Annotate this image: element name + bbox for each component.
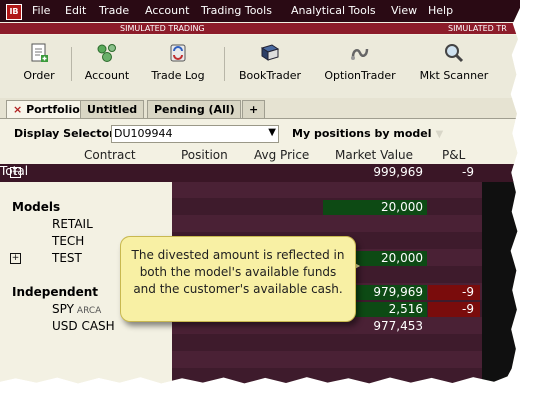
account-dropdown-value: DU109944 bbox=[114, 127, 173, 140]
menu-file[interactable]: File bbox=[32, 4, 50, 17]
mkt-scanner-button[interactable]: Mkt Scanner bbox=[418, 41, 490, 82]
toolbar-separator bbox=[71, 47, 72, 81]
menu-help[interactable]: Help bbox=[428, 4, 453, 17]
tab-strip: × Portfolio Untitled Pending (All) + bbox=[0, 98, 520, 119]
ib-logo-icon: IB bbox=[6, 4, 22, 20]
column-header: Contract Position Avg Price Market Value… bbox=[0, 147, 520, 164]
tab-pending-all[interactable]: Pending (All) bbox=[147, 100, 241, 118]
spy-pnl: -9 bbox=[428, 302, 480, 317]
tab-untitled[interactable]: Untitled bbox=[80, 100, 145, 118]
tab-untitled-label: Untitled bbox=[87, 103, 138, 116]
models-label: Models bbox=[12, 200, 61, 214]
independent-label: Independent bbox=[12, 285, 99, 299]
menu-trade[interactable]: Trade bbox=[99, 4, 129, 17]
menu-bar: IB File Edit Trade Account Trading Tools… bbox=[0, 0, 520, 22]
dropdown-arrow-icon[interactable]: ▼ bbox=[268, 127, 276, 138]
test-label: TEST bbox=[52, 251, 82, 265]
toolbar: Order Account Trade Log BookTrader Optio… bbox=[0, 35, 520, 99]
tab-pending-label: Pending (All) bbox=[154, 103, 235, 116]
optiontrader-label: OptionTrader bbox=[324, 69, 396, 82]
booktrader-label: BookTrader bbox=[238, 69, 301, 82]
tab-portfolio-label: Portfolio bbox=[26, 103, 80, 116]
col-market-value[interactable]: Market Value bbox=[335, 148, 413, 162]
tws-window: IB File Edit Trade Account Trading Tools… bbox=[0, 0, 520, 384]
menu-analytical-tools[interactable]: Analytical Tools bbox=[291, 4, 376, 17]
mkt-scanner-label: Mkt Scanner bbox=[419, 69, 489, 82]
plus-icon: + bbox=[249, 103, 259, 116]
banner-text-right: SIMULATED TR bbox=[448, 24, 507, 33]
banner-text: SIMULATED TRADING bbox=[120, 24, 205, 33]
menu-edit[interactable]: Edit bbox=[65, 4, 86, 17]
menu-trading-tools[interactable]: Trading Tools bbox=[201, 4, 272, 17]
col-position[interactable]: Position bbox=[181, 148, 228, 162]
independent-pnl: -9 bbox=[428, 285, 480, 300]
callout-note: The divested amount is reflected in both… bbox=[120, 236, 356, 322]
spy-symbol: SPY bbox=[52, 302, 74, 316]
booktrader-icon bbox=[260, 44, 280, 61]
tech-label: TECH bbox=[52, 234, 85, 248]
booktrader-button[interactable]: BookTrader bbox=[236, 41, 304, 82]
positions-view-label: My positions by model bbox=[292, 127, 432, 140]
spy-exchange: ARCA bbox=[76, 306, 102, 316]
trade-log-label: Trade Log bbox=[151, 69, 205, 82]
trade-log-icon bbox=[170, 44, 186, 62]
simulated-trading-banner: SIMULATED TRADING SIMULATED TR bbox=[0, 23, 520, 34]
expand-icon[interactable]: + bbox=[10, 253, 21, 264]
menu-view[interactable]: View bbox=[391, 4, 417, 17]
account-button[interactable]: Account bbox=[84, 41, 130, 82]
account-icon bbox=[97, 44, 116, 62]
account-label: Account bbox=[84, 69, 130, 82]
order-icon bbox=[31, 43, 48, 62]
mkt-scanner-icon bbox=[445, 44, 464, 63]
add-tab-button[interactable]: + bbox=[242, 100, 266, 118]
positions-view-menu[interactable]: My positions by model ▼ bbox=[292, 127, 443, 140]
trade-log-button[interactable]: Trade Log bbox=[148, 41, 208, 82]
models-market-value: 20,000 bbox=[323, 200, 427, 215]
retail-label: RETAIL bbox=[52, 217, 93, 231]
model-retail-row[interactable]: RETAIL bbox=[0, 216, 520, 233]
account-dropdown[interactable]: DU109944 ▼ bbox=[111, 125, 279, 143]
order-label: Order bbox=[23, 69, 55, 82]
col-contract[interactable]: Contract bbox=[84, 148, 136, 162]
order-button[interactable]: Order bbox=[22, 41, 56, 82]
usd-cash-label: USD CASH bbox=[52, 319, 115, 333]
optiontrader-button[interactable]: OptionTrader bbox=[322, 41, 398, 82]
models-row[interactable]: Models 20,000 bbox=[0, 199, 520, 216]
tab-portfolio[interactable]: × Portfolio bbox=[6, 100, 87, 118]
spy-contract: SPY ARCA bbox=[52, 302, 101, 316]
menu-account[interactable]: Account bbox=[145, 4, 189, 17]
expand-icon[interactable]: + bbox=[10, 167, 21, 178]
total-row[interactable]: + Total 999,969 -9 bbox=[0, 164, 520, 182]
col-avg-price[interactable]: Avg Price bbox=[254, 148, 309, 162]
close-icon[interactable]: × bbox=[13, 103, 22, 116]
chevron-down-icon: ▼ bbox=[435, 129, 444, 140]
optiontrader-icon bbox=[351, 48, 369, 60]
toolbar-separator bbox=[224, 47, 225, 81]
total-market-value: 999,969 bbox=[373, 165, 423, 179]
col-pnl[interactable]: P&L bbox=[442, 148, 465, 162]
display-selector-bar: Display Selector DU109944 ▼ My positions… bbox=[0, 121, 520, 145]
total-pnl: -9 bbox=[462, 165, 474, 179]
display-selector-label: Display Selector bbox=[14, 127, 115, 140]
